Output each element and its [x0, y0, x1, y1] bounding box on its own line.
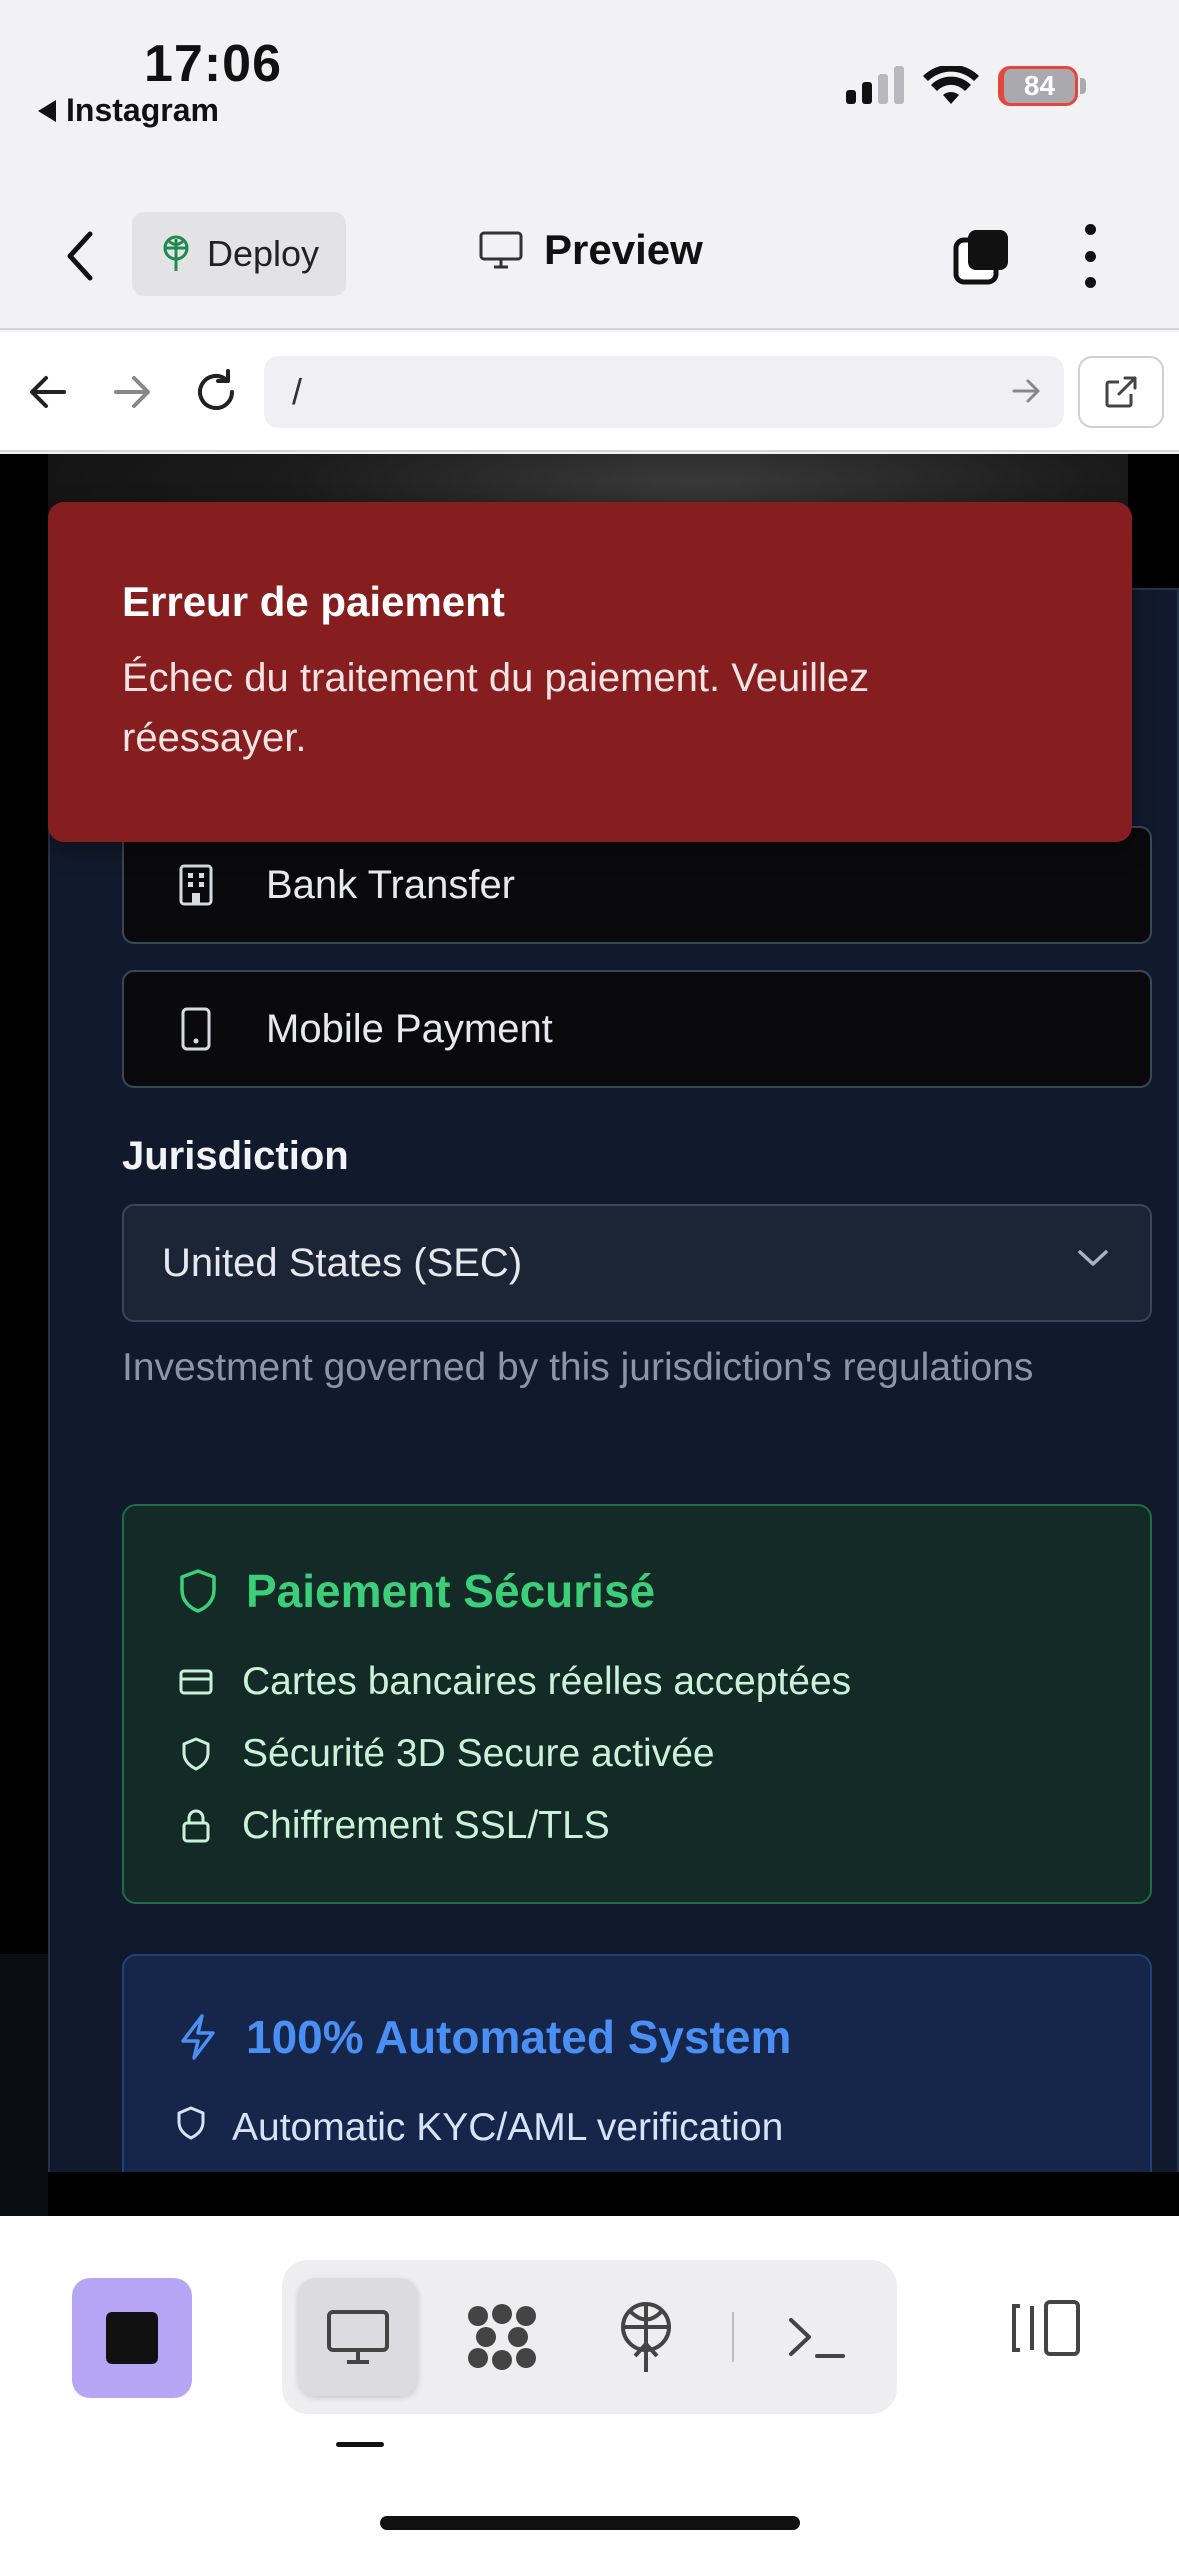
tabs-icon[interactable] — [952, 226, 1012, 286]
lock-icon — [182, 1809, 210, 1843]
jurisdiction-select[interactable]: United States (SEC) — [122, 1204, 1152, 1322]
terminal-icon[interactable] — [756, 2278, 876, 2396]
deploy-icon — [163, 235, 189, 271]
back-to-app-link[interactable]: Instagram — [38, 92, 219, 129]
bottom-dock — [0, 2216, 1179, 2556]
automated-item-text: Automatic KYC/AML verification — [232, 2106, 784, 2149]
secure-item-text: Chiffrement SSL/TLS — [242, 1804, 610, 1847]
secure-item-text: Sécurité 3D Secure activée — [242, 1732, 715, 1775]
jurisdiction-help-text: Investment governed by this jurisdiction… — [122, 1346, 1034, 1389]
toast-title: Erreur de paiement — [122, 578, 505, 625]
back-app-label: Instagram — [66, 92, 219, 128]
building-icon — [179, 864, 213, 906]
automated-system-title: 100% Automated System — [178, 2010, 791, 2064]
secure-item-text: Cartes bancaires réelles acceptées — [242, 1660, 852, 1703]
external-link-icon — [1105, 376, 1137, 408]
url-input[interactable]: / — [264, 356, 1064, 428]
lightning-icon — [181, 2014, 215, 2060]
preview-tab[interactable]: Preview — [478, 226, 703, 274]
preview-icon[interactable] — [298, 2278, 418, 2396]
url-text: / — [292, 371, 303, 412]
secure-item: Chiffrement SSL/TLS — [176, 1804, 610, 1848]
secure-item: Cartes bancaires réelles acceptées — [176, 1660, 851, 1704]
app-toolbar: Deploy Preview — [0, 160, 1179, 330]
more-options-icon[interactable] — [1070, 224, 1110, 288]
payment-option-label: Mobile Payment — [266, 1006, 553, 1051]
browser-forward-icon[interactable] — [102, 362, 162, 422]
open-external-button[interactable] — [1078, 356, 1164, 428]
home-indicator[interactable] — [380, 2516, 800, 2530]
deploy-button[interactable]: Deploy — [132, 212, 346, 296]
jurisdiction-label: Jurisdiction — [122, 1134, 349, 1178]
monitor-icon — [479, 231, 523, 269]
battery-nub — [1080, 78, 1086, 94]
status-time: 17:06 — [144, 35, 282, 93]
jurisdiction-selected-value: United States (SEC) — [162, 1240, 523, 1285]
browser-back-icon[interactable] — [18, 362, 78, 422]
go-arrow-icon[interactable] — [1010, 374, 1044, 408]
switcher-divider — [732, 2312, 734, 2362]
battery-icon: 84 — [998, 66, 1078, 106]
battery-level: 84 — [1023, 70, 1056, 101]
payment-option-bank-transfer[interactable]: Bank Transfer — [122, 826, 1152, 944]
split-view-icon[interactable] — [1010, 2296, 1084, 2360]
credit-card-icon — [179, 1669, 213, 1695]
chevron-down-icon — [1078, 1250, 1108, 1266]
preview-label: Preview — [544, 226, 703, 273]
reload-icon[interactable] — [186, 362, 246, 422]
smartphone-icon — [181, 1007, 211, 1051]
secure-payment-title-text: Paiement Sécurisé — [246, 1565, 656, 1617]
stop-icon — [106, 2312, 158, 2364]
view-switcher — [282, 2260, 897, 2414]
cellular-signal-icon — [846, 62, 904, 104]
automated-item: Automatic KYC/AML verification — [176, 2106, 783, 2150]
shield-icon — [182, 1737, 210, 1771]
automated-system-title-text: 100% Automated System — [246, 2011, 792, 2063]
shield-icon — [180, 1569, 216, 1613]
active-view-indicator — [336, 2442, 384, 2447]
secure-payment-title: Paiement Sécurisé — [178, 1564, 655, 1618]
toast-message: Échec du traitement du paiement. Veuille… — [122, 656, 870, 760]
shield-icon — [177, 2106, 205, 2140]
status-bar: 17:06 Instagram 84 — [0, 0, 1179, 160]
viewport-bottom-edge — [48, 2172, 1179, 2216]
back-chevron-icon[interactable] — [60, 226, 100, 286]
browser-bar: / — [0, 332, 1179, 452]
secure-payment-card: Paiement Sécurisé Cartes bancaires réell… — [122, 1504, 1152, 1904]
payment-option-label: Bank Transfer — [266, 862, 516, 907]
payment-option-mobile[interactable]: Mobile Payment — [122, 970, 1152, 1088]
back-triangle-icon — [38, 99, 56, 122]
deploy-icon[interactable] — [586, 2278, 706, 2396]
error-toast[interactable]: Erreur de paiement Échec du traitement d… — [48, 502, 1132, 842]
secure-item: Sécurité 3D Secure activée — [176, 1732, 715, 1776]
deploy-label: Deploy — [206, 233, 320, 274]
stop-button[interactable] — [72, 2278, 192, 2398]
wifi-icon — [923, 66, 979, 104]
graph-icon[interactable] — [442, 2278, 562, 2396]
